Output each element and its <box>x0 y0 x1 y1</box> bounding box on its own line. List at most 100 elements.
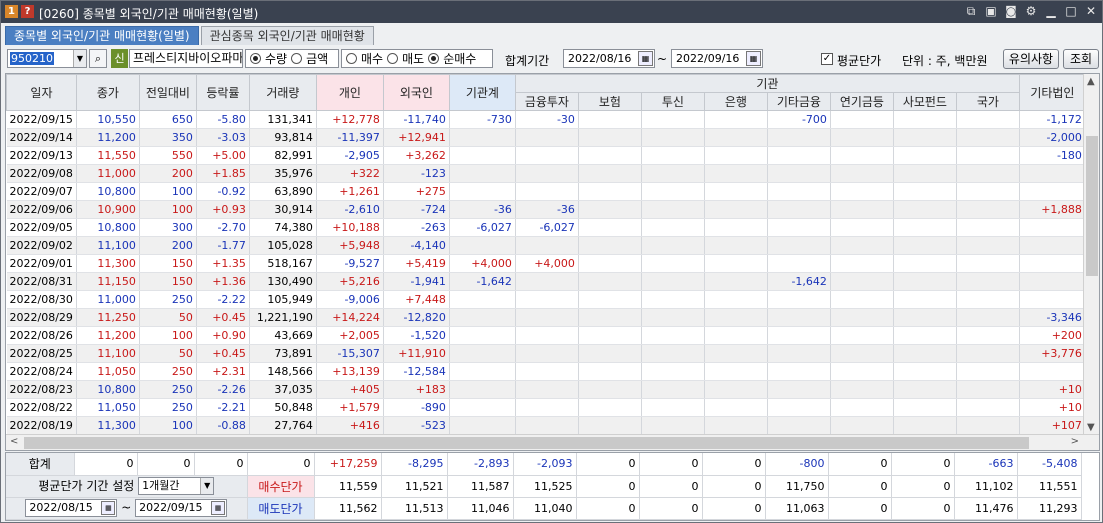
sell-price-cell: 11,293 <box>1017 497 1082 520</box>
avg-start-date-input[interactable]: 2022/08/15 ▦ <box>25 499 118 517</box>
cell-date: 2022/08/24 <box>6 362 77 381</box>
col-header-foreign[interactable]: 외국인 <box>382 74 450 111</box>
cell-frn: +5,419 <box>383 254 450 273</box>
calendar-icon[interactable]: ▦ <box>638 51 653 66</box>
cell-gov <box>956 218 1020 237</box>
camera-icon[interactable]: ◙ <box>1004 4 1018 18</box>
table-row[interactable]: 2022/08/22 11,050 250 -2.21 50,848 +1,579 -890… <box>6 398 1086 417</box>
buy-price-label: 매수단가 <box>247 475 315 498</box>
table-row[interactable]: 2022/09/08 11,000 200 +1.85 35,976 +322 -123 <box>6 164 1086 183</box>
col-header-trust[interactable]: 투신 <box>640 92 705 111</box>
sell-price-cell: 0 <box>702 497 766 520</box>
col-header-pension[interactable]: 연기금등 <box>829 92 894 111</box>
radio-buy[interactable] <box>346 53 357 64</box>
vertical-scroll-thumb[interactable] <box>1086 136 1098 276</box>
cell-corp <box>1019 182 1086 201</box>
col-header-close[interactable]: 종가 <box>75 74 140 111</box>
scroll-down-icon[interactable]: ▼ <box>1087 422 1095 433</box>
chevron-down-icon[interactable]: ▼ <box>73 50 86 67</box>
tab-watchlist[interactable]: 관심종목 외국인/기관 매매현황 <box>200 26 374 45</box>
buy-price-cell: 0 <box>702 475 766 498</box>
table-row[interactable]: 2022/08/24 11,050 250 +2.31 148,566 +13,139 -1… <box>6 362 1086 381</box>
screen-number-badge[interactable]: 1 <box>5 5 18 18</box>
cell-ind: +12,778 <box>316 110 384 129</box>
calendar-icon[interactable]: ▦ <box>746 51 761 66</box>
cell-bank <box>704 200 768 219</box>
start-date-input[interactable]: 2022/08/16 ▦ <box>563 49 655 68</box>
col-header-other-fin[interactable]: 기타금융 <box>766 92 831 111</box>
table-row[interactable]: 2022/09/07 10,800 100 -0.92 63,890 +1,261 +275 <box>6 182 1086 201</box>
table-row[interactable]: 2022/08/23 10,800 250 -2.26 37,035 +405 +183 +1… <box>6 380 1086 399</box>
table-row[interactable]: 2022/09/13 11,550 550 +5.00 82,991 -2,905 +3,2… <box>6 146 1086 165</box>
table-row[interactable]: 2022/09/05 10,800 300 -2.70 74,380 +10,188 -26… <box>6 218 1086 237</box>
col-header-private-fund[interactable]: 사모펀드 <box>892 92 957 111</box>
col-header-insurance[interactable]: 보험 <box>577 92 642 111</box>
cell-pef <box>893 146 957 165</box>
col-header-individual[interactable]: 개인 <box>315 74 384 111</box>
save-icon[interactable]: ▣ <box>984 4 998 18</box>
chevron-down-icon[interactable]: ▼ <box>200 478 214 495</box>
tab-stock-daily[interactable]: 종목별 외국인/기관 매매현황(일별) <box>5 26 199 45</box>
cell-pef <box>893 236 957 255</box>
tab-bar: 종목별 외국인/기관 매매현황(일별) 관심종목 외국인/기관 매매현황 <box>5 26 374 46</box>
calendar-icon[interactable]: ▦ <box>101 501 116 515</box>
table-row[interactable]: 2022/09/01 11,300 150 +1.35 518,167 -9,527 +5,… <box>6 254 1086 273</box>
col-header-government[interactable]: 국가 <box>955 92 1020 111</box>
table-row[interactable]: 2022/08/25 11,100 50 +0.45 73,891 -15,307 +11,… <box>6 344 1086 363</box>
col-header-institution-total[interactable]: 기관계 <box>448 74 516 111</box>
cell-fin <box>515 272 579 291</box>
radio-quantity[interactable] <box>250 53 261 64</box>
close-icon[interactable]: ✕ <box>1084 4 1098 18</box>
horizontal-scrollbar[interactable]: < > <box>6 434 1099 450</box>
vertical-scrollbar[interactable]: ▲ ▼ <box>1083 74 1099 435</box>
notice-button[interactable]: 유의사항 <box>1003 49 1059 69</box>
query-button[interactable]: 조회 <box>1063 49 1099 69</box>
col-header-other-corp[interactable]: 기타법인 <box>1018 74 1086 111</box>
table-row[interactable]: 2022/09/14 11,200 350 -3.03 93,814 -11,397 +12… <box>6 128 1086 147</box>
table-row[interactable]: 2022/09/06 10,900 100 +0.93 30,914 -2,610 -724… <box>6 200 1086 219</box>
col-header-fin-invest[interactable]: 금융투자 <box>514 92 579 111</box>
table-row[interactable]: 2022/08/31 11,150 150 +1.36 130,490 +5,216 -1,… <box>6 272 1086 291</box>
help-badge[interactable]: ? <box>21 5 34 18</box>
radio-sell[interactable] <box>387 53 399 64</box>
scroll-left-icon[interactable]: < <box>10 436 18 447</box>
radio-amount[interactable] <box>291 53 303 64</box>
table-row[interactable]: 2022/08/29 11,250 50 +0.45 1,221,190 +14,224-… <box>6 308 1086 327</box>
col-header-bank[interactable]: 은행 <box>703 92 768 111</box>
table-row[interactable]: 2022/08/26 11,200 100 +0.90 43,669 +2,005 -1,5… <box>6 326 1086 345</box>
cell-chg: 150 <box>139 272 197 291</box>
avg-period-select[interactable]: 1개월간 ▼ <box>138 477 215 496</box>
avg-end-date-input[interactable]: 2022/09/15 ▦ <box>135 499 228 517</box>
radio-net-buy[interactable] <box>428 53 440 64</box>
cell-pens <box>830 362 894 381</box>
col-header-volume[interactable]: 거래량 <box>248 74 317 111</box>
cell-inst: -1,642 <box>449 272 516 291</box>
horizontal-scroll-thumb[interactable] <box>24 437 1029 449</box>
stock-code-value: 950210 <box>10 52 54 65</box>
link-icon[interactable]: ⧉ <box>964 4 978 18</box>
stock-code-input[interactable]: 950210 ▼ <box>7 49 87 68</box>
radio-buy-label: 매수 <box>361 52 384 66</box>
cell-corp: +10 <box>1019 398 1086 417</box>
scroll-up-icon[interactable]: ▲ <box>1087 76 1095 87</box>
maximize-icon[interactable]: □ <box>1064 4 1078 18</box>
cell-chg: 200 <box>139 164 197 183</box>
col-header-date[interactable]: 일자 <box>6 74 77 111</box>
sell-price-cell: 0 <box>828 497 892 520</box>
settings-icon[interactable]: ⚙ <box>1024 4 1038 18</box>
minimize-icon[interactable]: ▁ <box>1044 4 1058 18</box>
search-icon[interactable]: ⌕ <box>89 49 107 68</box>
cell-pef <box>893 344 957 363</box>
calendar-icon[interactable]: ▦ <box>211 501 226 515</box>
cell-fin <box>515 326 579 345</box>
avg-price-checkbox[interactable]: ✓ <box>821 53 833 65</box>
col-header-rate[interactable]: 등락률 <box>195 74 250 111</box>
cell-chg: 150 <box>139 254 197 273</box>
end-date-input[interactable]: 2022/09/16 ▦ <box>671 49 763 68</box>
scroll-right-icon[interactable]: > <box>1071 436 1079 447</box>
table-row[interactable]: 2022/08/30 11,000 250 -2.22 105,949 -9,006 +7,… <box>6 290 1086 309</box>
table-row[interactable]: 2022/09/02 11,100 200 -1.77 105,028 +5,948 -4,… <box>6 236 1086 255</box>
table-row[interactable]: 2022/08/19 11,300 100 -0.88 27,764 +416 -523 +1… <box>6 416 1086 435</box>
table-row[interactable]: 2022/09/15 10,550 650 -5.80 131,341 +12,778 -1… <box>6 110 1086 129</box>
col-header-change[interactable]: 전일대비 <box>138 74 197 111</box>
